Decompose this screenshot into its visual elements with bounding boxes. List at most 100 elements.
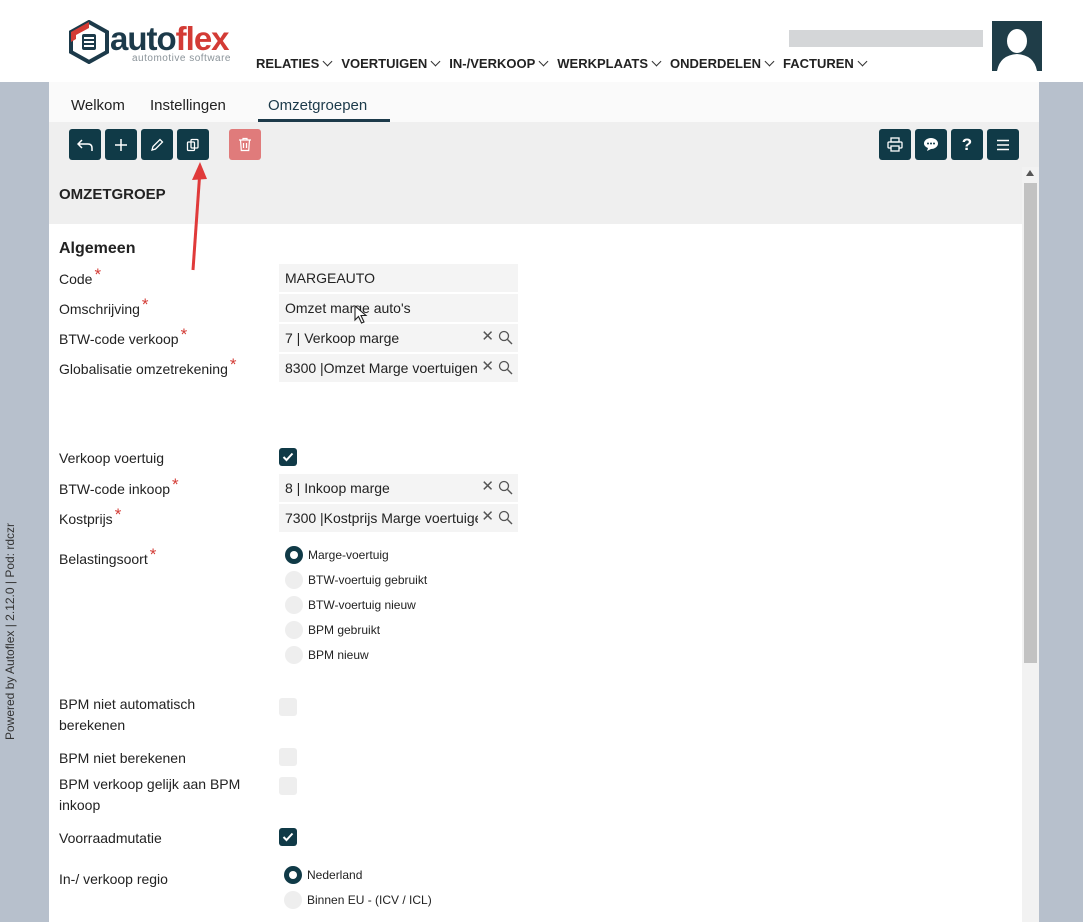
radio-marge-voertuig[interactable]: Marge-voertuig: [285, 546, 389, 564]
edit-button[interactable]: [141, 129, 173, 160]
bpm-verkoop-gelijk-checkbox[interactable]: [279, 777, 297, 795]
back-button[interactable]: [69, 129, 101, 160]
globalisatie-field[interactable]: 8300 |Omzet Marge voertuigen ✕: [279, 354, 518, 382]
mouse-cursor-icon: [354, 305, 368, 324]
scroll-up-arrow-icon[interactable]: [1026, 170, 1034, 176]
clear-icon[interactable]: ✕: [481, 329, 494, 345]
logo-text-main: auto: [110, 20, 177, 57]
clear-icon[interactable]: ✕: [481, 479, 494, 495]
nav-relaties[interactable]: RELATIES: [256, 56, 333, 71]
label-globalisatie: Globalisatie omzetrekening *: [59, 355, 237, 377]
nav-werkplaats[interactable]: WERKPLAATS: [557, 56, 662, 71]
required-marker: *: [141, 295, 149, 314]
label-verkoop-voertuig: Verkoop voertuig: [59, 450, 165, 466]
chevron-down-icon: [322, 56, 333, 67]
tab-bar: Welkom Instellingen Omzetgroepen: [49, 82, 1039, 122]
record-title: OMZETGROEP: [59, 186, 166, 203]
logo-mark-icon: [69, 20, 109, 64]
help-button[interactable]: ?: [951, 129, 983, 160]
copy-button[interactable]: [177, 129, 209, 160]
radio-unselected-icon: [284, 891, 302, 909]
required-marker: *: [114, 505, 122, 524]
radio-binnen-eu[interactable]: Binnen EU - (ICV / ICL): [284, 891, 432, 909]
label-kostprijs: Kostprijs *: [59, 505, 122, 527]
label-belastingsoort: Belastingsoort *: [59, 545, 157, 567]
voorraadmutatie-checkbox[interactable]: [279, 828, 297, 846]
label-btw-inkoop: BTW-code inkoop *: [59, 475, 179, 497]
search-icon[interactable]: [498, 360, 513, 375]
clear-icon[interactable]: ✕: [481, 359, 494, 375]
radio-unselected-icon: [285, 646, 303, 664]
bpm-niet-berekenen-checkbox[interactable]: [279, 748, 297, 766]
code-field[interactable]: MARGEAUTO: [279, 264, 518, 292]
chevron-down-icon: [764, 56, 775, 67]
label-btw-verkoop: BTW-code verkoop *: [59, 325, 188, 347]
chevron-down-icon: [857, 56, 868, 67]
radio-nederland[interactable]: Nederland: [284, 866, 362, 884]
search-icon[interactable]: [498, 330, 513, 345]
nav-in-verkoop[interactable]: IN-/VERKOOP: [449, 56, 549, 71]
label-voorraadmutatie: Voorraadmutatie: [59, 830, 162, 846]
group-title-algemeen: Algemeen: [59, 240, 136, 257]
bpm-niet-automatisch-checkbox[interactable]: [279, 698, 297, 716]
required-marker: *: [94, 265, 102, 284]
tab-omzetgroepen[interactable]: Omzetgroepen: [268, 97, 367, 114]
app-header: autoflex automotive software RELATIES VO…: [0, 0, 1083, 82]
add-button[interactable]: [105, 129, 137, 160]
radio-unselected-icon: [285, 596, 303, 614]
chevron-down-icon: [538, 56, 549, 67]
nav-voertuigen[interactable]: VOERTUIGEN: [341, 56, 441, 71]
form-content: Algemeen Code * MARGEAUTO Omschrijving * O…: [49, 224, 1022, 922]
menu-button[interactable]: [987, 129, 1019, 160]
print-button[interactable]: [879, 129, 911, 160]
tab-instellingen[interactable]: Instellingen: [150, 97, 226, 114]
kostprijs-field[interactable]: 7300 |Kostprijs Marge voertuigen ✕: [279, 504, 518, 532]
delete-button[interactable]: [229, 129, 261, 160]
trash-icon: [239, 137, 251, 152]
checkmark-icon: [282, 832, 294, 842]
undo-arrow-icon: [77, 138, 93, 151]
omschrijving-field[interactable]: Omzet marge auto's: [279, 294, 518, 322]
radio-btw-voertuig-nieuw[interactable]: BTW-voertuig nieuw: [285, 596, 416, 614]
radio-bpm-gebruikt[interactable]: BPM gebruikt: [285, 621, 380, 639]
chat-bubble-icon: [924, 138, 938, 151]
radio-selected-icon: [284, 866, 302, 884]
chevron-down-icon: [651, 56, 662, 67]
label-bpm-verkoop-gelijk: BPM verkoop gelijk aan BPM inkoop: [59, 776, 241, 813]
clear-icon[interactable]: ✕: [481, 509, 494, 525]
nav-onderdelen[interactable]: ONDERDELEN: [670, 56, 775, 71]
radio-btw-voertuig-gebruikt[interactable]: BTW-voertuig gebruikt: [285, 571, 427, 589]
vertical-scrollbar[interactable]: [1022, 167, 1039, 922]
search-icon[interactable]: [498, 480, 513, 495]
comments-button[interactable]: [915, 129, 947, 160]
user-name-redacted: [789, 30, 983, 47]
copy-icon: [186, 138, 199, 151]
btw-verkoop-field[interactable]: 7 | Verkoop marge ✕: [279, 324, 518, 352]
plus-icon: [115, 138, 127, 151]
autoflex-logo[interactable]: autoflex automotive software: [68, 20, 246, 70]
logo-subtitle: automotive software: [132, 53, 231, 64]
radio-bpm-nieuw[interactable]: BPM nieuw: [285, 646, 369, 664]
required-marker: *: [229, 355, 237, 374]
main-nav: RELATIES VOERTUIGEN IN-/VERKOOP WERKPLAA…: [256, 56, 876, 71]
tab-welkom[interactable]: Welkom: [71, 97, 125, 114]
scrollbar-thumb[interactable]: [1024, 183, 1037, 663]
required-marker: *: [180, 325, 188, 344]
hamburger-menu-icon: [997, 139, 1009, 150]
verkoop-voertuig-checkbox[interactable]: [279, 448, 297, 466]
label-code: Code *: [59, 265, 102, 287]
btw-inkoop-field[interactable]: 8 | Inkoop marge ✕: [279, 474, 518, 502]
question-mark-icon: ?: [961, 134, 973, 154]
powered-by-label: Powered by Autoflex | 2.12.0 | Pod: rdcz…: [3, 522, 17, 740]
radio-unselected-icon: [285, 571, 303, 589]
user-icon: [992, 21, 1042, 71]
nav-facturen[interactable]: FACTUREN: [783, 56, 868, 71]
radio-unselected-icon: [285, 621, 303, 639]
label-regio: In-/ verkoop regio: [59, 871, 168, 887]
chevron-down-icon: [430, 56, 441, 67]
search-icon[interactable]: [498, 510, 513, 525]
required-marker: *: [149, 545, 157, 564]
user-avatar[interactable]: [992, 21, 1042, 71]
label-bpm-niet-berekenen: BPM niet berekenen: [59, 750, 186, 766]
annotation-arrow-icon: [191, 162, 207, 271]
